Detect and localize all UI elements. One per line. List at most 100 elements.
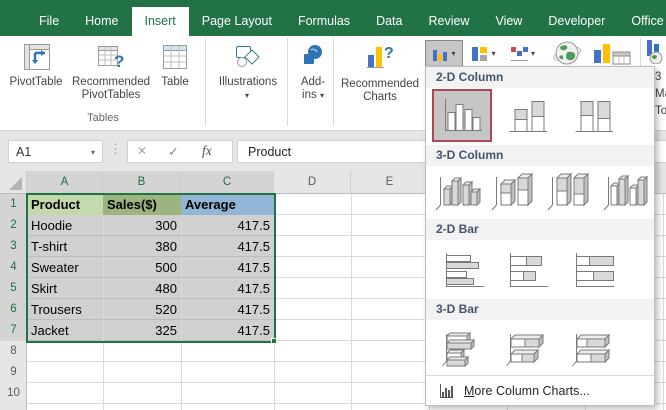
3d-stacked-column-icon xyxy=(491,172,534,211)
add-ins-button[interactable]: Add- ins ▾ xyxy=(290,38,336,126)
3d-stacked-bar-icon xyxy=(506,333,545,367)
3d-100-stacked-bar-icon xyxy=(572,333,611,367)
recommended-pivottables-label-2: PivotTables xyxy=(81,89,141,101)
group-divider xyxy=(333,38,334,126)
tab-insert[interactable]: Insert xyxy=(131,7,189,36)
illustrations-button[interactable]: Illustrations ▾ xyxy=(212,38,284,126)
chart-type-3d-column[interactable] xyxy=(598,167,654,217)
insert-hierarchy-chart-button[interactable]: ▾ xyxy=(466,40,502,68)
3d-column-icon xyxy=(603,174,649,211)
row-header-3[interactable]: 3 xyxy=(0,236,27,257)
table-icon xyxy=(163,45,187,69)
section-header-2d-column: 2-D Column xyxy=(426,67,654,88)
add-ins-label-1: Add- xyxy=(300,76,326,88)
row-header-2[interactable]: 2 xyxy=(0,215,27,236)
ribbon-tab-bar: File Home Insert Page Layout Formulas Da… xyxy=(0,0,666,36)
selection-border xyxy=(26,193,276,343)
insert-waterfall-chart-button[interactable]: ▾ xyxy=(504,40,542,68)
insert-hierarchy-chart-icon xyxy=(472,47,488,61)
insert-column-chart-icon xyxy=(433,50,448,61)
select-all-button[interactable] xyxy=(0,171,27,194)
recommended-pivottables-button[interactable]: ? Recommended PivotTables xyxy=(70,38,152,122)
add-ins-icon xyxy=(304,45,322,64)
row-header-4[interactable]: 4 xyxy=(0,257,27,278)
select-all-triangle-icon xyxy=(9,177,22,190)
clustered-bar-icon xyxy=(446,253,484,287)
3d-map-label-frag-3: To xyxy=(655,105,666,117)
svg-text:?: ? xyxy=(114,52,124,71)
pivottable-button[interactable]: PivotTable xyxy=(4,38,68,122)
row-header-5[interactable]: 5 xyxy=(0,278,27,299)
tab-formulas[interactable]: Formulas xyxy=(285,7,363,36)
dropdown-arrow-icon: ▾ xyxy=(491,49,496,58)
name-box[interactable]: A1 ▾ xyxy=(8,140,103,163)
chart-type-100-stacked-column[interactable] xyxy=(562,89,624,142)
clustered-column-icon xyxy=(445,98,482,131)
pivotchart-button[interactable] xyxy=(590,40,634,68)
row-header-9[interactable]: 9 xyxy=(0,362,27,383)
row-header-10[interactable]: 10 xyxy=(0,383,27,404)
chart-type-clustered-column[interactable] xyxy=(432,89,492,142)
more-column-charts-icon xyxy=(440,384,453,398)
more-column-charts-button[interactable]: More Column Charts... xyxy=(426,376,654,406)
column-header-e[interactable]: E xyxy=(351,171,429,194)
row-header-7[interactable]: 7 xyxy=(0,320,27,341)
3d-map-icon xyxy=(647,40,663,64)
chart-type-3d-clustered-bar[interactable] xyxy=(432,323,494,373)
tab-review[interactable]: Review xyxy=(415,7,482,36)
column-header-b[interactable]: B xyxy=(103,171,181,194)
insert-column-chart-button[interactable]: ▾ xyxy=(425,40,463,68)
table-button[interactable]: Table xyxy=(152,38,198,122)
recommended-charts-button[interactable]: ? Recommended Charts xyxy=(337,38,423,126)
chart-type-clustered-bar[interactable] xyxy=(432,243,494,297)
row-header-8[interactable]: 8 xyxy=(0,341,27,362)
insert-function-icon[interactable]: fx xyxy=(202,143,212,159)
gridline xyxy=(351,194,352,410)
tables-group-label: Tables xyxy=(87,112,119,124)
stacked-bar-icon xyxy=(510,253,548,287)
row-header-1[interactable]: 1 xyxy=(0,194,27,215)
dropdown-arrow-icon: ▾ xyxy=(319,91,324,100)
100-stacked-bar-icon xyxy=(576,253,614,287)
section-header-3d-bar: 3-D Bar xyxy=(426,299,654,320)
enter-icon[interactable]: ✓ xyxy=(168,144,179,160)
chart-type-3d-100-stacked-column[interactable] xyxy=(542,167,598,217)
selection-fill-handle[interactable] xyxy=(271,338,277,344)
chart-type-100-stacked-bar[interactable] xyxy=(562,243,624,297)
tab-data[interactable]: Data xyxy=(363,7,415,36)
column-header-a[interactable]: A xyxy=(27,171,103,194)
pivottable-icon xyxy=(24,44,50,70)
row-header-6[interactable]: 6 xyxy=(0,299,27,320)
chart-type-3d-100-stacked-bar[interactable] xyxy=(562,323,624,373)
column-header-d[interactable]: D xyxy=(274,171,351,194)
chart-type-3d-stacked-bar[interactable] xyxy=(496,323,558,373)
name-box-arrow-icon[interactable]: ▾ xyxy=(91,149,95,157)
chart-type-3d-stacked-column[interactable] xyxy=(486,167,542,217)
tab-view[interactable]: View xyxy=(482,7,535,36)
add-ins-label-2-text: ins xyxy=(302,89,317,101)
chart-type-3d-clustered-column[interactable] xyxy=(430,167,486,217)
column-header-c[interactable]: C xyxy=(181,171,274,194)
tab-file[interactable]: File xyxy=(26,7,72,36)
svg-text:?: ? xyxy=(384,45,393,62)
3d-clustered-column-icon xyxy=(435,176,482,211)
tab-page-layout[interactable]: Page Layout xyxy=(189,7,285,36)
chart-type-stacked-column[interactable] xyxy=(496,89,558,142)
maps-button[interactable] xyxy=(549,38,585,68)
recommended-charts-label-2: Charts xyxy=(363,91,397,103)
3d-map-label-frag-1: 3 xyxy=(655,71,662,83)
insert-waterfall-chart-icon xyxy=(510,47,528,61)
chart-type-stacked-bar[interactable] xyxy=(496,243,558,297)
3d-100-stacked-column-icon xyxy=(547,172,590,211)
row-header-column: 1 2 3 4 5 6 7 8 9 10 xyxy=(0,194,27,410)
cancel-icon[interactable]: ✕ xyxy=(137,144,147,158)
illustrations-icon xyxy=(236,46,260,67)
excel-window: File Home Insert Page Layout Formulas Da… xyxy=(0,0,666,410)
table-label: Table xyxy=(161,76,189,88)
gridline xyxy=(663,194,664,410)
tab-home[interactable]: Home xyxy=(72,7,131,36)
section-header-3d-column: 3-D Column xyxy=(426,145,654,166)
dropdown-arrow-icon: ▾ xyxy=(451,49,456,58)
tab-developer[interactable]: Developer xyxy=(535,7,618,36)
tab-office-tab[interactable]: Office Tab xyxy=(618,7,666,36)
